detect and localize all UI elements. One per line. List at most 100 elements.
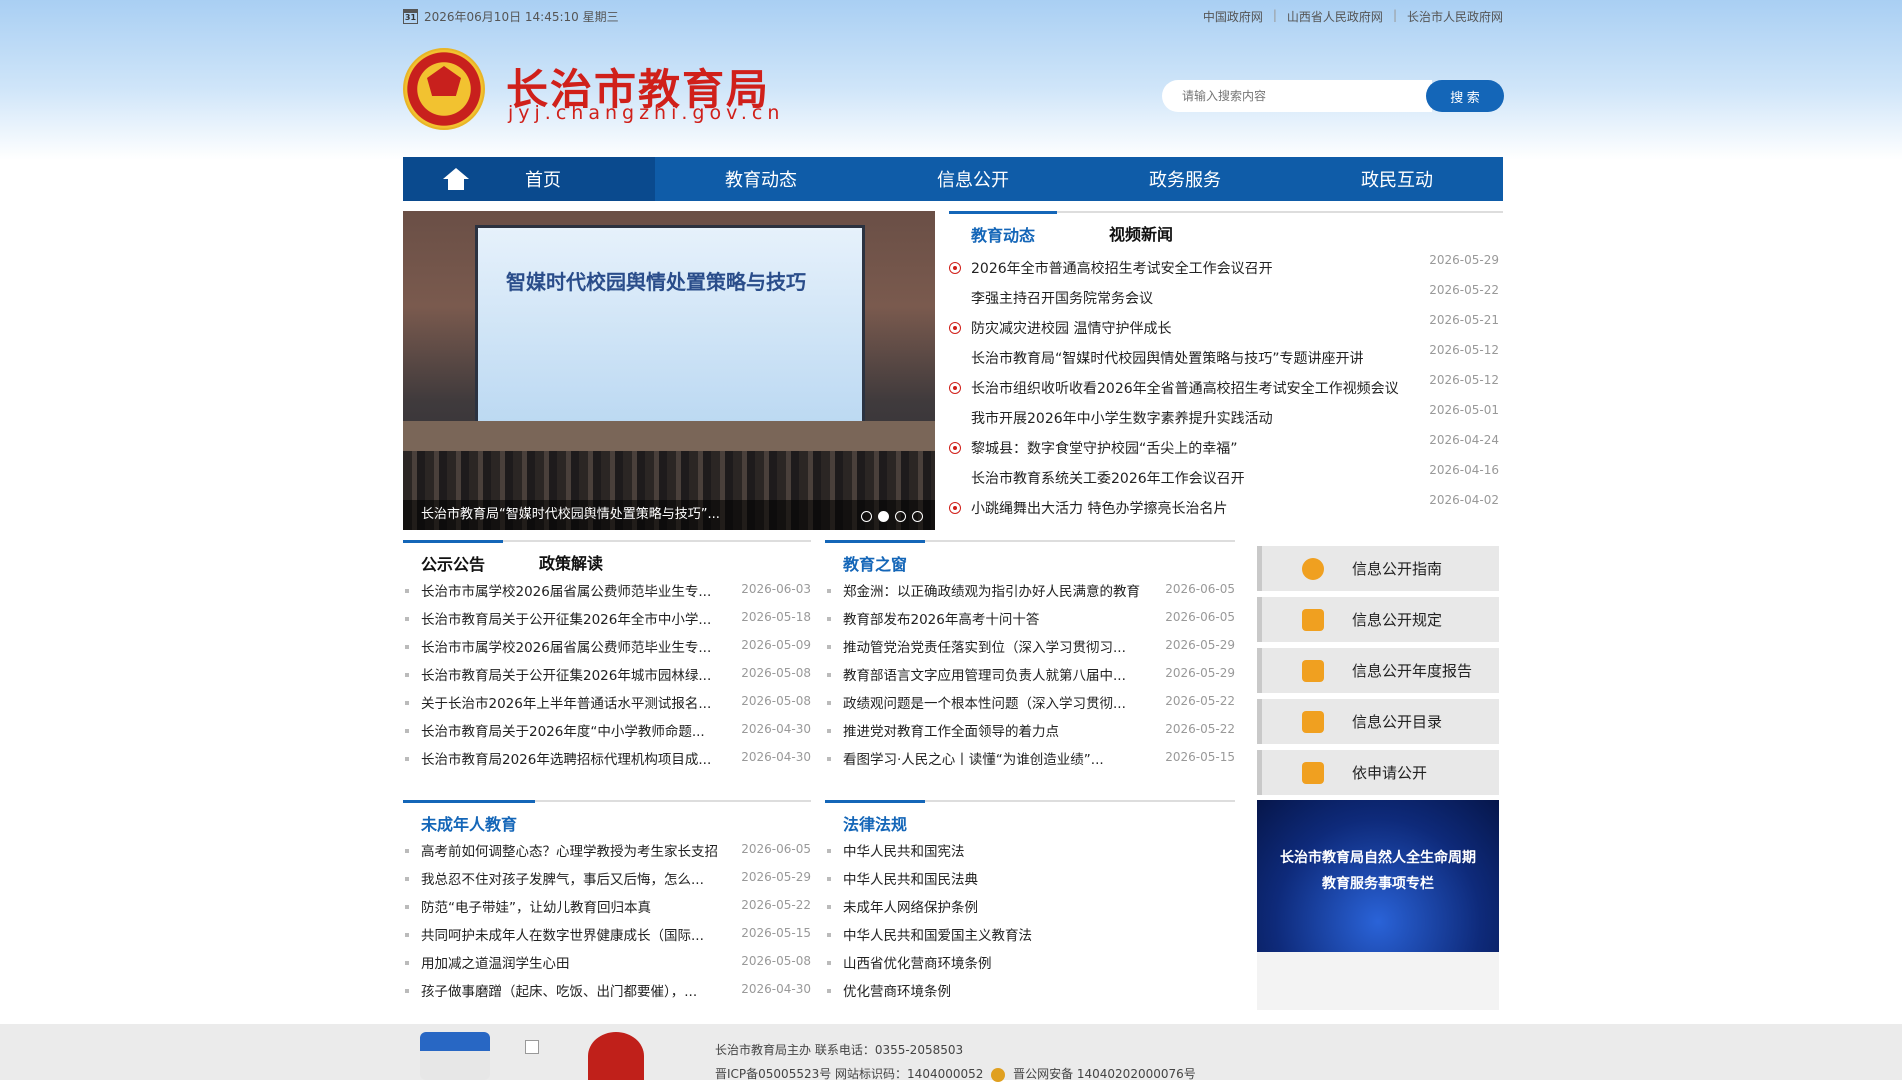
- list-item[interactable]: 小跳绳舞出大活力 特色办学擦亮长治名片 2026-04-02: [949, 493, 1503, 523]
- list-item[interactable]: 高考前如何调整心态？心理学教授为考生家长支招 2026-06-05: [403, 836, 811, 864]
- broken-image-icon[interactable]: [525, 1040, 539, 1054]
- list-item[interactable]: 关于长治市2026年上半年普通话水平测试报名... 2026-05-08: [403, 688, 811, 716]
- side-button-guide[interactable]: 信息公开指南: [1257, 546, 1499, 591]
- list-item-title[interactable]: 用加减之道温润学生心田: [421, 952, 570, 972]
- side-button-apply[interactable]: 依申请公开: [1257, 750, 1499, 795]
- list-item[interactable]: 孩子做事磨蹭（起床、吃饭、出门都要催），... 2026-04-30: [403, 976, 811, 1004]
- side-button-catalog[interactable]: 信息公开目录: [1257, 699, 1499, 744]
- list-item-title[interactable]: 李强主持召开国务院常务会议: [971, 288, 1153, 308]
- list-item[interactable]: 教育部发布2026年高考十问十答 2026-06-05: [825, 604, 1235, 632]
- list-item[interactable]: 长治市市属学校2026届省属公费师范毕业生专... 2026-05-09: [403, 632, 811, 660]
- list-item[interactable]: 推进党对教育工作全面领导的着力点 2026-05-22: [825, 716, 1235, 744]
- list-item-title[interactable]: 长治市教育局“智媒时代校园舆情处置策略与技巧”专题讲座开讲: [971, 348, 1364, 368]
- list-item[interactable]: 教育部语言文字应用管理司负责人就第八届中... 2026-05-29: [825, 660, 1235, 688]
- gov-seal-icon[interactable]: [588, 1032, 644, 1080]
- list-item-title[interactable]: 黎城县：数字食堂守护校园“舌尖上的幸福”: [971, 438, 1238, 458]
- slider-dot-active[interactable]: [878, 511, 889, 522]
- list-item-title[interactable]: 未成年人网络保护条例: [843, 896, 978, 916]
- list-item-title[interactable]: 政绩观问题是一个根本性问题（深入学习贯彻...: [843, 692, 1126, 712]
- list-item-title[interactable]: 中华人民共和国宪法: [843, 840, 965, 860]
- list-item-title[interactable]: 长治市教育局关于公开征集2026年城市园林绿...: [421, 664, 711, 684]
- link-gov-cn[interactable]: 中国政府网: [1203, 8, 1263, 25]
- tab-education-news[interactable]: 教育动态: [949, 211, 1058, 247]
- slide-caption[interactable]: 长治市教育局“智媒时代校园舆情处置策略与技巧”...: [403, 500, 935, 530]
- list-item[interactable]: 中华人民共和国爱国主义教育法: [825, 920, 1235, 948]
- list-item[interactable]: 长治市教育局2026年选聘招标代理机构项目成... 2026-04-30: [403, 744, 811, 772]
- list-item[interactable]: 山西省优化营商环境条例: [825, 948, 1235, 976]
- list-item-title[interactable]: 防范“电子带娃”，让幼儿教育回归本真: [421, 896, 651, 916]
- link-changzhi-gov[interactable]: 长治市人民政府网: [1407, 8, 1503, 25]
- service-banner[interactable]: 长治市教育局自然人全生命周期 教育服务事项专栏: [1257, 800, 1499, 952]
- list-item[interactable]: 政绩观问题是一个根本性问题（深入学习贯彻... 2026-05-22: [825, 688, 1235, 716]
- list-item-title[interactable]: 孩子做事磨蹭（起床、吃饭、出门都要催），...: [421, 980, 697, 1000]
- list-item[interactable]: 黎城县：数字食堂守护校园“舌尖上的幸福” 2026-04-24: [949, 433, 1503, 463]
- list-item[interactable]: 未成年人网络保护条例: [825, 892, 1235, 920]
- list-item-title[interactable]: 关于长治市2026年上半年普通话水平测试报名...: [421, 692, 711, 712]
- list-item[interactable]: 2026年全市普通高校招生考试安全工作会议召开 2026-05-29: [949, 253, 1503, 283]
- link-shanxi-gov[interactable]: 山西省人民政府网: [1287, 8, 1383, 25]
- list-item[interactable]: 用加减之道温润学生心田 2026-05-08: [403, 948, 811, 976]
- search-button[interactable]: 搜 索: [1426, 80, 1504, 112]
- list-item-title[interactable]: 长治市组织收听收看2026年全省普通高校招生考试安全工作视频会议: [971, 378, 1399, 398]
- list-item[interactable]: 李强主持召开国务院常务会议 2026-05-22: [949, 283, 1503, 313]
- list-item[interactable]: 防范“电子带娃”，让幼儿教育回归本真 2026-05-22: [403, 892, 811, 920]
- nav-item-education-news[interactable]: 教育动态: [655, 157, 867, 201]
- slider-dot[interactable]: [861, 511, 872, 522]
- list-item-title[interactable]: 中华人民共和国民法典: [843, 868, 978, 888]
- education-window-title[interactable]: 教育之窗: [825, 540, 926, 576]
- list-item[interactable]: 我市开展2026年中小学生数字素养提升实践活动 2026-05-01: [949, 403, 1503, 433]
- list-item[interactable]: 长治市教育局关于2026年度“中小学教师命题... 2026-04-30: [403, 716, 811, 744]
- list-item[interactable]: 推动管党治党责任落实到位（深入学习贯彻习... 2026-05-29: [825, 632, 1235, 660]
- list-item-title[interactable]: 推动管党治党责任落实到位（深入学习贯彻习...: [843, 636, 1126, 656]
- list-item[interactable]: 郑金洲：以正确政绩观为指引办好人民满意的教育 2026-06-05: [825, 576, 1235, 604]
- list-item[interactable]: 我总忍不住对孩子发脾气，事后又后悔，怎么... 2026-05-29: [403, 864, 811, 892]
- nav-item-home[interactable]: 首页: [403, 157, 655, 201]
- list-item[interactable]: 长治市教育局“智媒时代校园舆情处置策略与技巧”专题讲座开讲 2026-05-12: [949, 343, 1503, 373]
- list-item[interactable]: 长治市教育局关于公开征集2026年全市中小学... 2026-05-18: [403, 604, 811, 632]
- list-item-title[interactable]: 我总忍不住对孩子发脾气，事后又后悔，怎么...: [421, 868, 704, 888]
- list-item[interactable]: 优化营商环境条例: [825, 976, 1235, 1004]
- image-slider[interactable]: 智媒时代校园舆情处置策略与技巧 长治市教育局“智媒时代校园舆情处置策略与技巧”.…: [403, 211, 935, 530]
- nav-item-info-disclosure[interactable]: 信息公开: [867, 157, 1079, 201]
- list-item[interactable]: 共同呵护未成年人在数字世界健康成长（国际... 2026-05-15: [403, 920, 811, 948]
- list-item-title[interactable]: 郑金洲：以正确政绩观为指引办好人民满意的教育: [843, 580, 1140, 600]
- list-item[interactable]: 中华人民共和国民法典: [825, 864, 1235, 892]
- list-item-title[interactable]: 长治市教育局关于2026年度“中小学教师命题...: [421, 720, 705, 740]
- list-item-title[interactable]: 看图学习·人民之心丨读懂“为谁创造业绩”...: [843, 748, 1104, 768]
- list-item[interactable]: 长治市市属学校2026届省属公费师范毕业生专... 2026-06-03: [403, 576, 811, 604]
- list-item[interactable]: 中华人民共和国宪法: [825, 836, 1235, 864]
- list-item[interactable]: 防灾减灾进校园 温情守护伴成长 2026-05-21: [949, 313, 1503, 343]
- nav-item-interaction[interactable]: 政民互动: [1291, 157, 1503, 201]
- list-item[interactable]: 长治市组织收听收看2026年全省普通高校招生考试安全工作视频会议 2026-05-…: [949, 373, 1503, 403]
- slider-dot[interactable]: [895, 511, 906, 522]
- police-record[interactable]: 晋公网安备 14040202000076号: [1013, 1067, 1196, 1081]
- side-button-annual-report[interactable]: 信息公开年度报告: [1257, 648, 1499, 693]
- list-item[interactable]: 长治市教育局关于公开征集2026年城市园林绿... 2026-05-08: [403, 660, 811, 688]
- list-item-title[interactable]: 优化营商环境条例: [843, 980, 951, 1000]
- list-item-title[interactable]: 中华人民共和国爱国主义教育法: [843, 924, 1032, 944]
- list-item-title[interactable]: 推进党对教育工作全面领导的着力点: [843, 720, 1059, 740]
- list-item-title[interactable]: 高考前如何调整心态？心理学教授为考生家长支招: [421, 840, 718, 860]
- list-item-title[interactable]: 长治市教育系统关工委2026年工作会议召开: [971, 468, 1245, 488]
- list-item-title[interactable]: 长治市教育局关于公开征集2026年全市中小学...: [421, 608, 711, 628]
- list-item[interactable]: 看图学习·人民之心丨读懂“为谁创造业绩”... 2026-05-15: [825, 744, 1235, 772]
- icp-record[interactable]: 晋ICP备05005523号 网站标识码：1404000052: [715, 1067, 983, 1081]
- list-item[interactable]: 长治市教育系统关工委2026年工作会议召开 2026-04-16: [949, 463, 1503, 493]
- slider-dot[interactable]: [912, 511, 923, 522]
- tab-video-news[interactable]: 视频新闻: [1087, 213, 1195, 247]
- laws-title[interactable]: 法律法规: [825, 800, 926, 836]
- list-item-title[interactable]: 教育部语言文字应用管理司负责人就第八届中...: [843, 664, 1126, 684]
- list-item-title[interactable]: 山西省优化营商环境条例: [843, 952, 992, 972]
- list-item-title[interactable]: 防灾减灾进校园 温情守护伴成长: [971, 318, 1171, 338]
- tab-policy-interpretation[interactable]: 政策解读: [521, 542, 621, 576]
- police-mascot-icon[interactable]: [420, 1032, 490, 1080]
- list-item-title[interactable]: 长治市市属学校2026届省属公费师范毕业生专...: [421, 580, 711, 600]
- list-item-title[interactable]: 教育部发布2026年高考十问十答: [843, 608, 1039, 628]
- minor-education-title[interactable]: 未成年人教育: [403, 800, 536, 836]
- list-item-title[interactable]: 长治市教育局2026年选聘招标代理机构项目成...: [421, 748, 711, 768]
- list-item-title[interactable]: 共同呵护未成年人在数字世界健康成长（国际...: [421, 924, 704, 944]
- nav-item-gov-service[interactable]: 政务服务: [1079, 157, 1291, 201]
- search-input[interactable]: [1162, 80, 1432, 112]
- tab-announcements[interactable]: 公示公告: [403, 540, 504, 576]
- side-button-rules[interactable]: 信息公开规定: [1257, 597, 1499, 642]
